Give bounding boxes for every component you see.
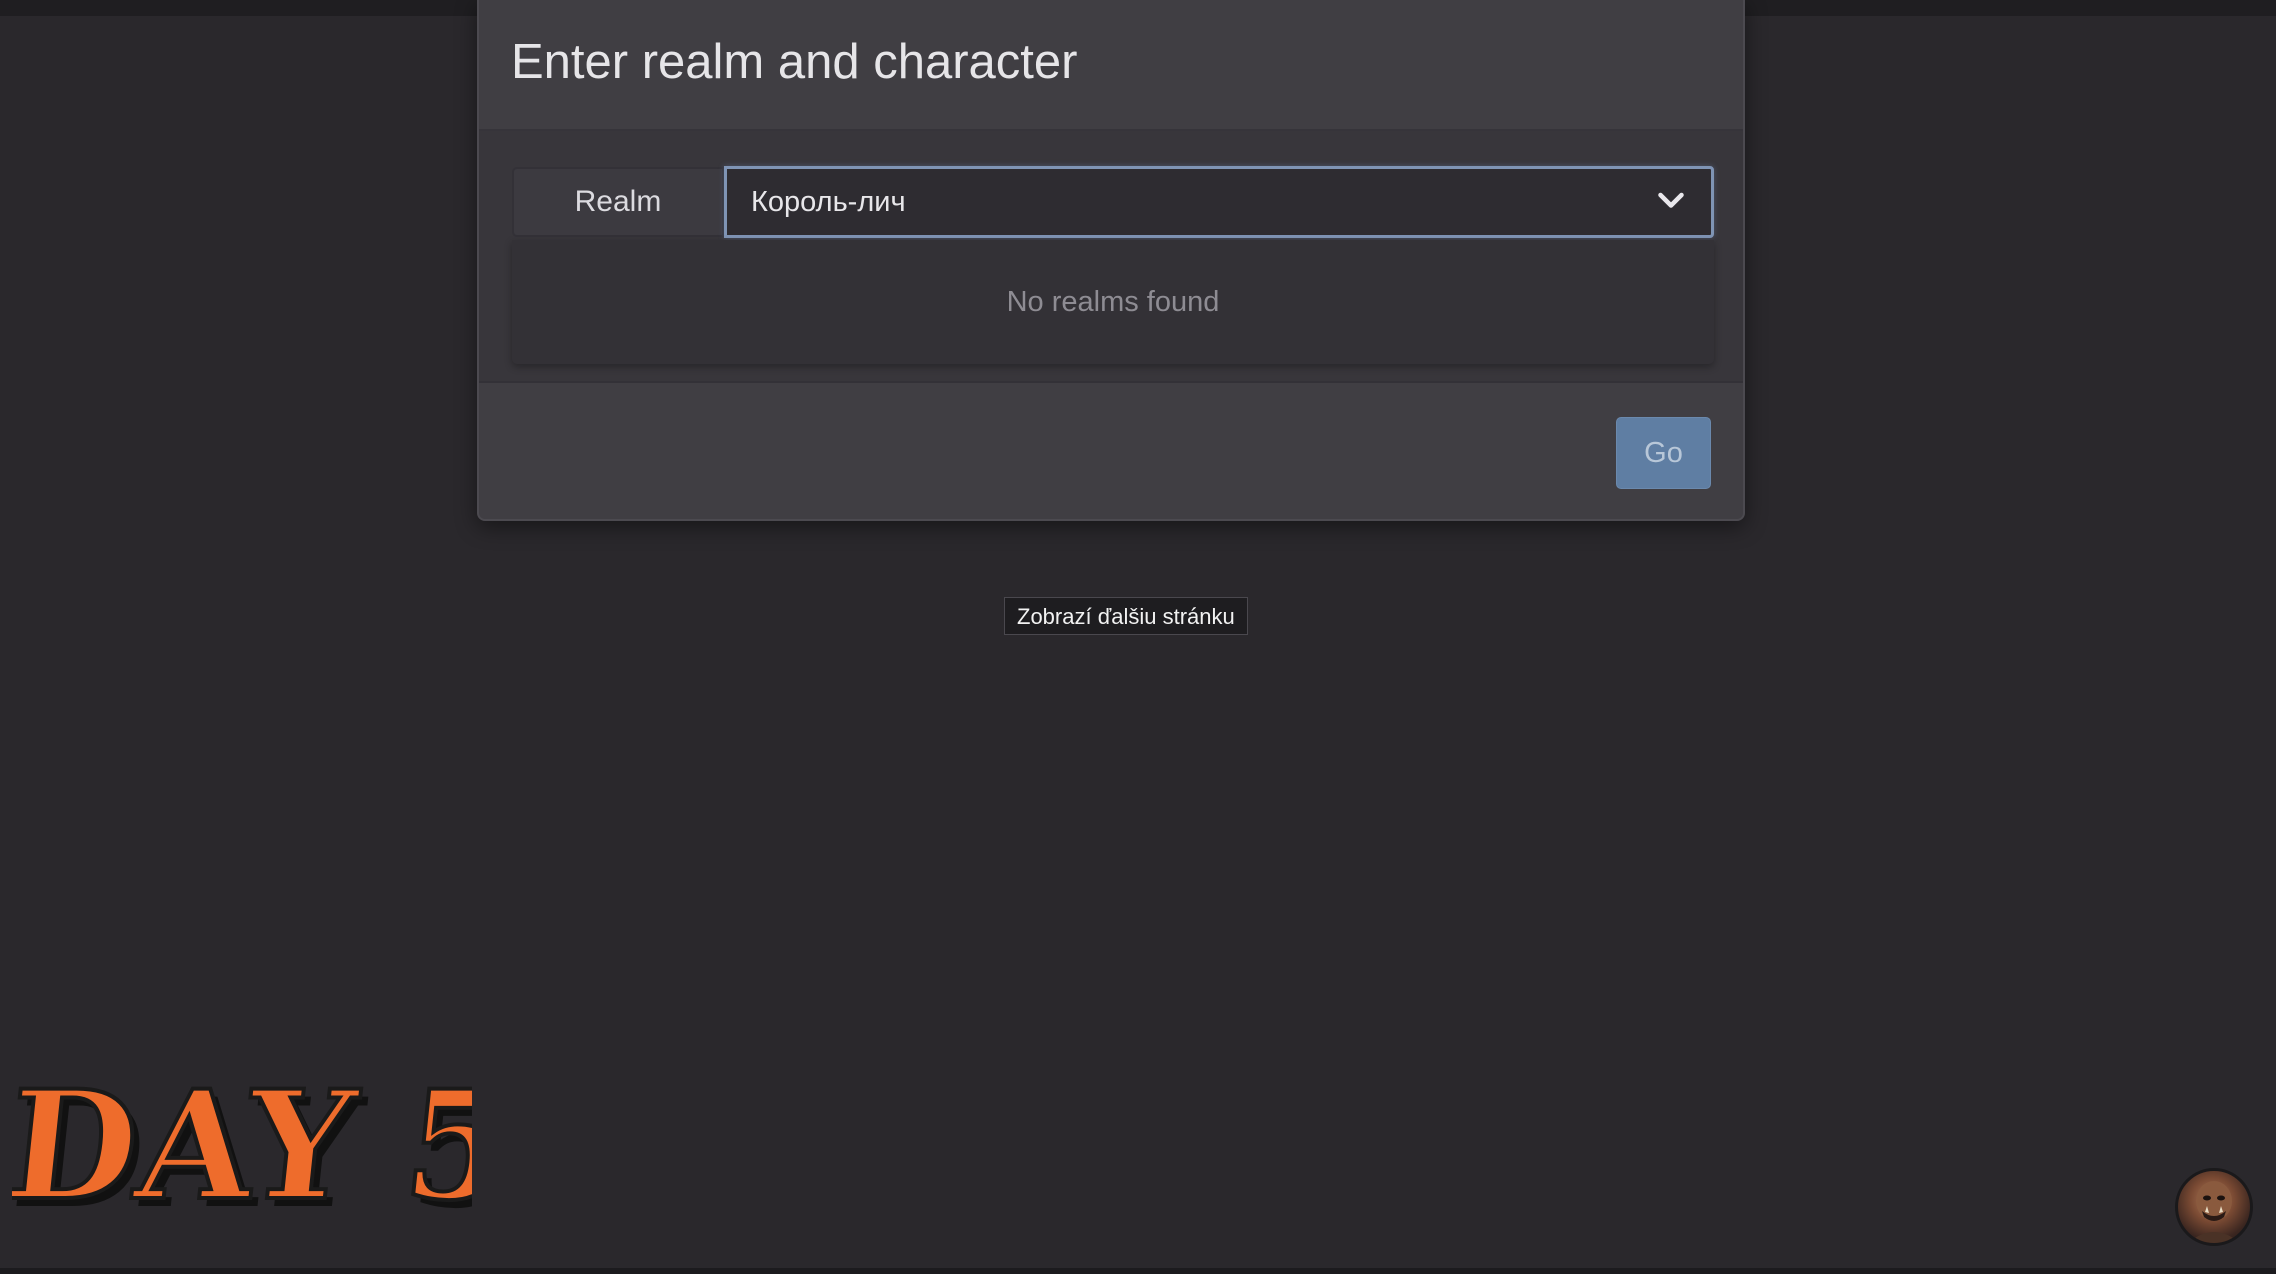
chevron-down-icon[interactable] [1653,183,1689,219]
realm-select[interactable]: Король-лич [724,166,1714,238]
orc-avatar-icon [2175,1168,2253,1246]
dialog-title: Enter realm and character [511,35,1078,89]
bottom-bar [0,1268,2276,1274]
realm-select-value[interactable]: Король-лич [751,169,906,235]
dialog-header: Enter realm and character [479,0,1743,131]
dialog-footer: Go [479,383,1743,521]
go-button[interactable]: Go [1616,417,1711,489]
realm-label: Realm [512,167,724,237]
no-results-message: No realms found [1006,286,1220,318]
day-label: DAY 5 [12,1058,472,1234]
day-5-logo: DAY 5 DAY 5 [12,1056,472,1238]
realm-dialog: Enter realm and character Realm Король-л… [477,0,1745,521]
realm-results-dropdown: No realms found [512,240,1714,364]
tooltip: Zobrazí ďalšiu stránku [1004,597,1248,635]
dialog-body: Realm Король-лич No realms found [479,131,1743,383]
